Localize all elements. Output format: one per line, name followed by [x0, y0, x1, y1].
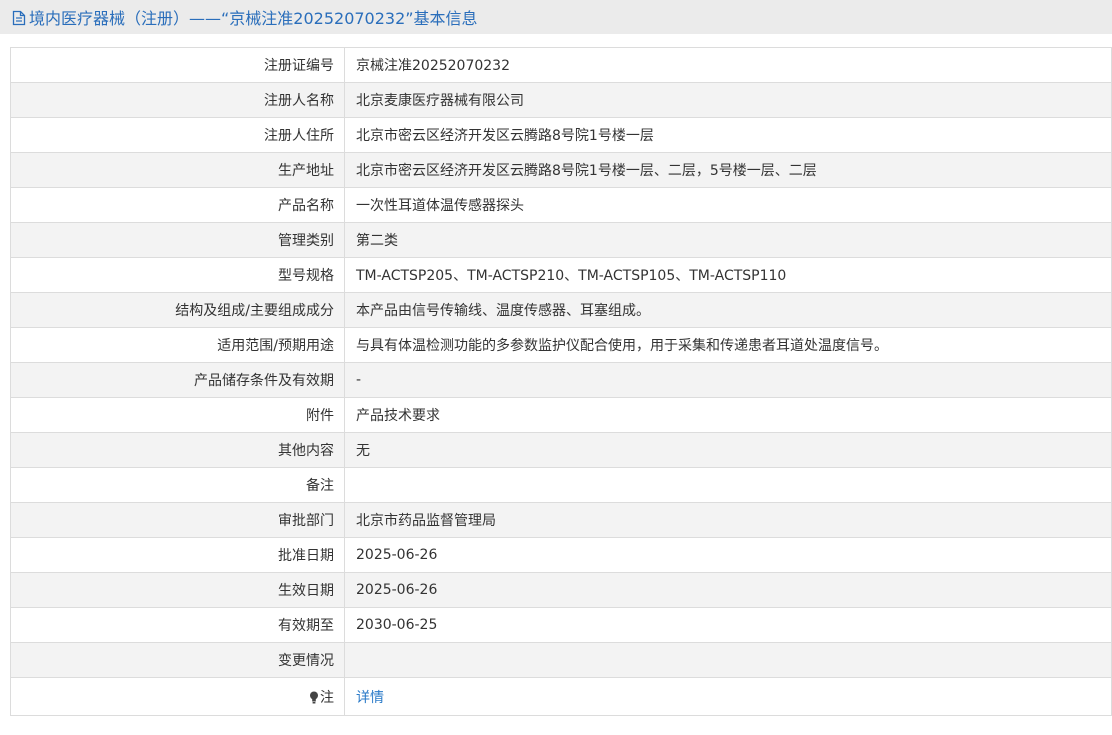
table-row: 适用范围/预期用途 与具有体温检测功能的多参数监护仪配合使用，用于采集和传递患者…	[10, 327, 1112, 363]
row-label: 注册人住所	[10, 117, 345, 153]
row-value: 与具有体温检测功能的多参数监护仪配合使用，用于采集和传递患者耳道处温度信号。	[344, 327, 1112, 363]
lightbulb-icon	[309, 691, 319, 704]
row-value: 一次性耳道体温传感器探头	[344, 187, 1112, 223]
row-value	[344, 642, 1112, 678]
table-row: 附件 产品技术要求	[10, 397, 1112, 433]
note-label: 注	[320, 689, 334, 706]
row-label: 变更情况	[10, 642, 345, 678]
row-label: 适用范围/预期用途	[10, 327, 345, 363]
info-table: 注册证编号 京械注准20252070232 注册人名称 北京麦康医疗器械有限公司…	[10, 47, 1112, 716]
row-label: 有效期至	[10, 607, 345, 643]
table-row: 管理类别 第二类	[10, 222, 1112, 258]
table-row: 有效期至 2030-06-25	[10, 607, 1112, 643]
table-row: 审批部门 北京市药品监督管理局	[10, 502, 1112, 538]
row-label: 产品储存条件及有效期	[10, 362, 345, 398]
table-row: 型号规格 TM-ACTSP205、TM-ACTSP210、TM-ACTSP105…	[10, 257, 1112, 293]
table-row: 其他内容 无	[10, 432, 1112, 468]
note-label-cell: 注	[10, 677, 345, 716]
row-value: 2030-06-25	[344, 607, 1112, 643]
row-label: 批准日期	[10, 537, 345, 573]
table-row: 生效日期 2025-06-26	[10, 572, 1112, 608]
table-row: 备注	[10, 467, 1112, 503]
row-label: 产品名称	[10, 187, 345, 223]
row-value: 北京麦康医疗器械有限公司	[344, 82, 1112, 118]
row-label: 注册人名称	[10, 82, 345, 118]
table-row: 注册人名称 北京麦康医疗器械有限公司	[10, 82, 1112, 118]
note-value: 详情	[344, 677, 1112, 716]
table-row: 变更情况	[10, 642, 1112, 678]
row-label: 管理类别	[10, 222, 345, 258]
note-row: 注 详情	[10, 677, 1112, 716]
row-value: 产品技术要求	[344, 397, 1112, 433]
row-value: TM-ACTSP205、TM-ACTSP210、TM-ACTSP105、TM-A…	[344, 257, 1112, 293]
row-value: 京械注准20252070232	[344, 47, 1112, 83]
table-row: 产品储存条件及有效期 -	[10, 362, 1112, 398]
row-label: 其他内容	[10, 432, 345, 468]
row-value: -	[344, 362, 1112, 398]
row-label: 注册证编号	[10, 47, 345, 83]
info-table-container: 注册证编号 京械注准20252070232 注册人名称 北京麦康医疗器械有限公司…	[10, 47, 1112, 716]
row-label: 生效日期	[10, 572, 345, 608]
row-value	[344, 467, 1112, 503]
row-value: 无	[344, 432, 1112, 468]
table-row: 注册证编号 京械注准20252070232	[10, 47, 1112, 83]
row-value: 第二类	[344, 222, 1112, 258]
table-row: 注册人住所 北京市密云区经济开发区云腾路8号院1号楼一层	[10, 117, 1112, 153]
row-value: 本产品由信号传输线、温度传感器、耳塞组成。	[344, 292, 1112, 328]
row-value: 北京市药品监督管理局	[344, 502, 1112, 538]
row-label: 型号规格	[10, 257, 345, 293]
page-header: 境内医疗器械（注册）——“京械注准20252070232”基本信息	[0, 0, 1112, 34]
row-label: 生产地址	[10, 152, 345, 188]
table-row: 结构及组成/主要组成成分 本产品由信号传输线、温度传感器、耳塞组成。	[10, 292, 1112, 328]
table-row: 产品名称 一次性耳道体温传感器探头	[10, 187, 1112, 223]
detail-link[interactable]: 详情	[356, 690, 384, 706]
row-value: 北京市密云区经济开发区云腾路8号院1号楼一层	[344, 117, 1112, 153]
row-label: 备注	[10, 467, 345, 503]
row-label: 结构及组成/主要组成成分	[10, 292, 345, 328]
table-row: 生产地址 北京市密云区经济开发区云腾路8号院1号楼一层、二层，5号楼一层、二层	[10, 152, 1112, 188]
document-icon	[12, 10, 26, 26]
table-row: 批准日期 2025-06-26	[10, 537, 1112, 573]
row-value: 2025-06-26	[344, 572, 1112, 608]
row-label: 审批部门	[10, 502, 345, 538]
row-label: 附件	[10, 397, 345, 433]
row-value: 北京市密云区经济开发区云腾路8号院1号楼一层、二层，5号楼一层、二层	[344, 152, 1112, 188]
page-title: 境内医疗器械（注册）——“京械注准20252070232”基本信息	[29, 9, 478, 28]
row-value: 2025-06-26	[344, 537, 1112, 573]
